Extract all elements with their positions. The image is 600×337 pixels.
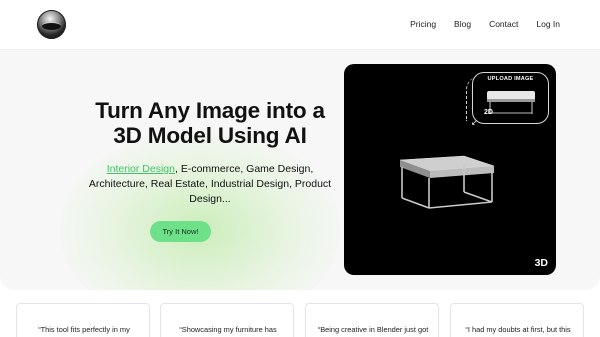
try-it-now-button[interactable]: Try It Now! bbox=[150, 221, 211, 242]
logo-icon[interactable] bbox=[37, 10, 66, 39]
hero-headline: Turn Any Image into a 3D Model Using AI bbox=[25, 98, 395, 148]
bench-2d-thumbnail bbox=[487, 91, 535, 114]
testimonials-section: “This tool fits perfectly in my “Showcas… bbox=[0, 290, 600, 337]
testimonial-quote: “Showcasing my furniture has bbox=[179, 325, 277, 334]
headline-line-2: 3D Model Using AI bbox=[113, 123, 307, 148]
model-preview-viewer[interactable]: UPLOAD IMAGE 2D ↙ 3D bbox=[344, 64, 556, 275]
label-3d: 3D bbox=[534, 257, 548, 269]
label-2d: 2D bbox=[484, 109, 493, 116]
testimonial-card: “Being creative in Blender just got bbox=[305, 303, 439, 337]
site-header: Pricing Blog Contact Log In bbox=[0, 0, 600, 50]
testimonial-card: “This tool fits perfectly in my bbox=[16, 303, 150, 337]
headline-line-1: Turn Any Image into a bbox=[95, 98, 325, 123]
upload-image-panel[interactable]: UPLOAD IMAGE bbox=[472, 72, 549, 124]
nav-contact[interactable]: Contact bbox=[489, 19, 518, 29]
subtitle-line-1: , E-commerce, Game Design, bbox=[174, 163, 314, 175]
testimonial-card: “Showcasing my furniture has bbox=[160, 303, 294, 337]
subtitle-line-3: Design... bbox=[189, 193, 231, 205]
interior-design-link[interactable]: Interior Design bbox=[107, 163, 175, 175]
hero-glow bbox=[60, 130, 340, 290]
main-nav: Pricing Blog Contact Log In bbox=[392, 19, 560, 29]
testimonial-card: “I had my doubts at first, but this bbox=[450, 303, 584, 337]
testimonial-quote: “Being creative in Blender just got bbox=[317, 325, 429, 334]
nav-login[interactable]: Log In bbox=[536, 19, 560, 29]
arrow-down-left-icon: ↙ bbox=[471, 118, 478, 127]
testimonial-quote: “This tool fits perfectly in my bbox=[38, 325, 130, 334]
testimonial-quote: “I had my doubts at first, but this bbox=[465, 325, 571, 334]
nav-pricing[interactable]: Pricing bbox=[410, 19, 436, 29]
subtitle-line-2: Architecture, Real Estate, Industrial De… bbox=[88, 178, 332, 190]
hero-subtitle: Interior Design, E-commerce, Game Design… bbox=[40, 162, 380, 207]
nav-blog[interactable]: Blog bbox=[454, 19, 471, 29]
